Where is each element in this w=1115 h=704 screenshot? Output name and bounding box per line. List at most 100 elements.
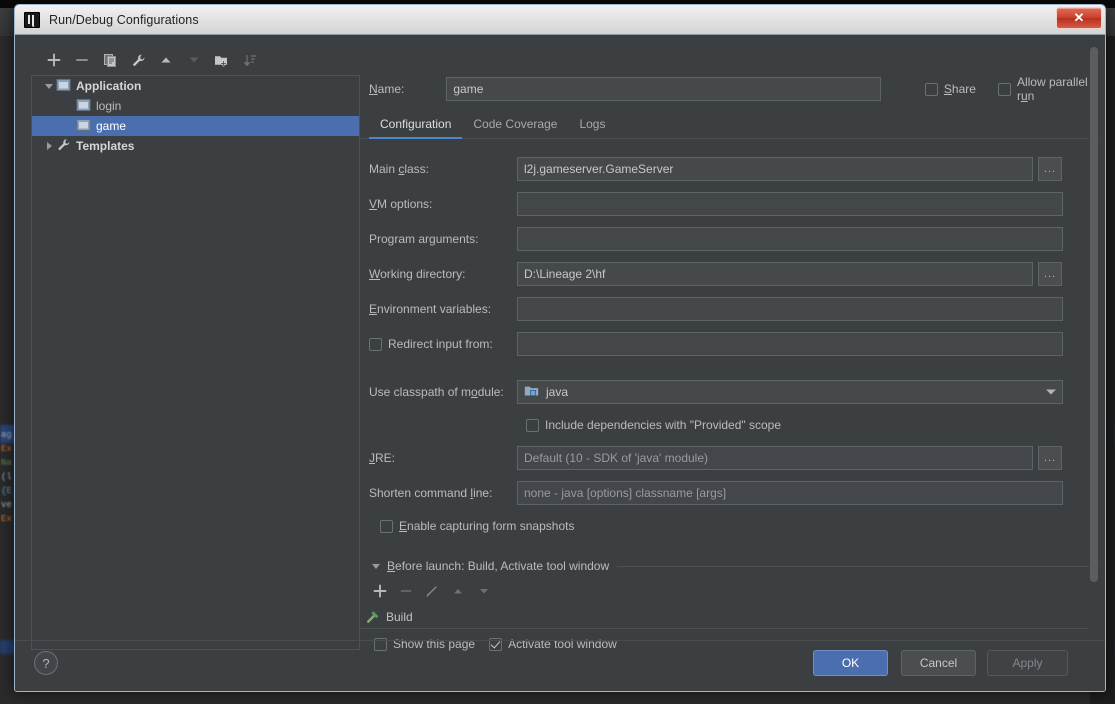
tree-item-game[interactable]: game [32,116,359,136]
working-directory-label: Working directory: [369,267,466,281]
list-item[interactable]: Build [360,606,1092,628]
remove-task-button[interactable] [395,580,417,602]
add-task-button[interactable] [369,580,391,602]
classpath-module-value: java [546,385,569,399]
chevron-right-icon[interactable] [42,142,56,150]
ok-button[interactable]: OK [813,650,888,676]
backdrop-code-fragment: (l [1,472,12,482]
environment-variables-label: Environment variables: [369,302,492,316]
redirect-input-row: Redirect input from: [369,331,1100,357]
tree-item-login[interactable]: login [32,96,359,116]
allow-parallel-run-label: Allow parallel run [1016,75,1088,103]
sort-icon[interactable] [237,48,263,72]
dialog-body: Application login game Templates Name: Shar… [15,35,1105,691]
shorten-command-line-row: Shorten command line: none - java [optio… [369,480,1100,506]
new-folder-icon[interactable] [209,48,235,72]
tree-item-templates[interactable]: Templates [32,136,359,156]
configurations-toolbar [31,45,360,75]
run-debug-configurations-dialog: Run/Debug Configurations ✕ Application l… [14,4,1106,692]
configuration-editor-panel: Name: Share Allow parallel run Configura… [360,43,1100,655]
share-checkbox-box [924,82,938,96]
cancel-button[interactable]: Cancel [901,650,976,676]
include-provided-row[interactable]: Include dependencies with "Provided" sco… [369,414,1100,436]
allow-parallel-run-checkbox[interactable]: Allow parallel run [997,75,1100,103]
main-class-field[interactable]: l2j.gameserver.GameServer [517,157,1033,181]
intellij-logo-icon [24,11,40,28]
redirect-input-label: Redirect input from: [388,337,493,351]
tree-item-label: Templates [76,139,135,153]
editor-tabs: Configuration Code Coverage Logs [360,109,1100,139]
working-directory-field[interactable]: D:\Lineage 2\hf [517,262,1033,286]
arrow-down-icon[interactable] [181,48,207,72]
main-class-browse-button[interactable]: ... [1038,157,1062,181]
move-task-up-button[interactable] [447,580,469,602]
main-class-label: Main class: [369,162,430,176]
backdrop-code-fragment: {E [1,486,12,496]
dialog-title: Run/Debug Configurations [49,12,199,27]
help-button[interactable]: ? [34,651,58,675]
editor-scrollbar-thumb[interactable] [1090,47,1098,582]
editor-scrollbar[interactable] [1089,43,1099,647]
configurations-panel: Application login game Templates [31,45,360,650]
backdrop-code-fragment: Na [1,458,12,468]
working-directory-row: Working directory: D:\Lineage 2\hf ... [369,261,1100,287]
jre-row: JRE: Default (10 - SDK of 'java' module)… [369,445,1100,471]
include-provided-label: Include dependencies with "Provided" sco… [545,418,782,432]
tab-logs[interactable]: Logs [568,117,616,138]
add-configuration-button[interactable] [41,48,67,72]
before-launch-task-list[interactable]: Build [360,606,1092,629]
apply-button[interactable]: Apply [987,650,1068,676]
classpath-module-label: Use classpath of module: [369,385,504,399]
classpath-module-field[interactable]: java [517,380,1063,404]
move-task-down-button[interactable] [473,580,495,602]
application-icon [76,118,92,134]
jre-field[interactable]: Default (10 - SDK of 'java' module) [517,446,1033,470]
before-launch-task-label: Build [386,610,413,624]
classpath-module-dropdown-icon[interactable] [1046,389,1056,395]
program-arguments-label: Program arguments: [369,232,479,246]
vm-options-field[interactable] [517,192,1063,216]
main-class-row: Main class: l2j.gameserver.GameServer ..… [369,156,1100,182]
copy-icon[interactable] [97,48,123,72]
include-provided-checkbox[interactable] [526,418,539,432]
environment-variables-field[interactable] [517,297,1063,321]
chevron-down-icon[interactable] [42,83,56,89]
form-snapshots-label: Enable capturing form snapshots [399,519,575,533]
redirect-input-label-wrap[interactable]: Redirect input from: [369,337,517,351]
form-snapshots-row[interactable]: Enable capturing form snapshots [369,515,1100,537]
dialog-titlebar: Run/Debug Configurations ✕ [15,5,1105,35]
vm-options-row: VM options: [369,191,1100,217]
wrench-icon [56,138,72,154]
before-launch-header: Before launch: Build, Activate tool wind… [387,559,610,573]
tree-item-label: Application [76,79,142,93]
close-button[interactable]: ✕ [1056,7,1102,29]
allow-parallel-run-checkbox-box [997,82,1011,96]
backdrop-code-fragment: Ex [1,444,12,454]
program-arguments-field[interactable] [517,227,1063,251]
name-row: Name: Share Allow parallel run [360,75,1100,103]
edit-task-pencil-icon[interactable] [421,580,443,602]
share-label: Share [943,82,976,96]
shorten-command-line-field[interactable]: none - java [options] classname [args] [517,481,1063,505]
tree-item-application[interactable]: Application [32,76,359,96]
before-launch-header-row[interactable]: Before launch: Build, Activate tool wind… [360,559,1100,573]
program-arguments-row: Program arguments: [369,226,1100,252]
form-snapshots-checkbox[interactable] [380,519,393,533]
redirect-input-checkbox[interactable] [369,337,382,351]
tree-item-label: game [96,119,127,133]
shorten-command-line-label: Shorten command line: [369,486,493,500]
configurations-tree[interactable]: Application login game Templates [31,75,360,650]
jre-browse-button[interactable]: ... [1038,446,1062,470]
remove-configuration-button[interactable] [69,48,95,72]
share-checkbox[interactable]: Share [924,82,976,96]
tab-code-coverage[interactable]: Code Coverage [462,117,568,138]
wrench-icon[interactable] [125,48,151,72]
tab-configuration[interactable]: Configuration [369,117,463,139]
arrow-up-icon[interactable] [153,48,179,72]
redirect-input-field[interactable] [517,332,1063,356]
name-input[interactable] [446,77,881,101]
application-icon [56,78,72,94]
working-directory-browse-button[interactable]: ... [1038,262,1062,286]
jre-label: JRE: [369,451,396,465]
before-launch-toggle-icon[interactable] [369,563,383,569]
